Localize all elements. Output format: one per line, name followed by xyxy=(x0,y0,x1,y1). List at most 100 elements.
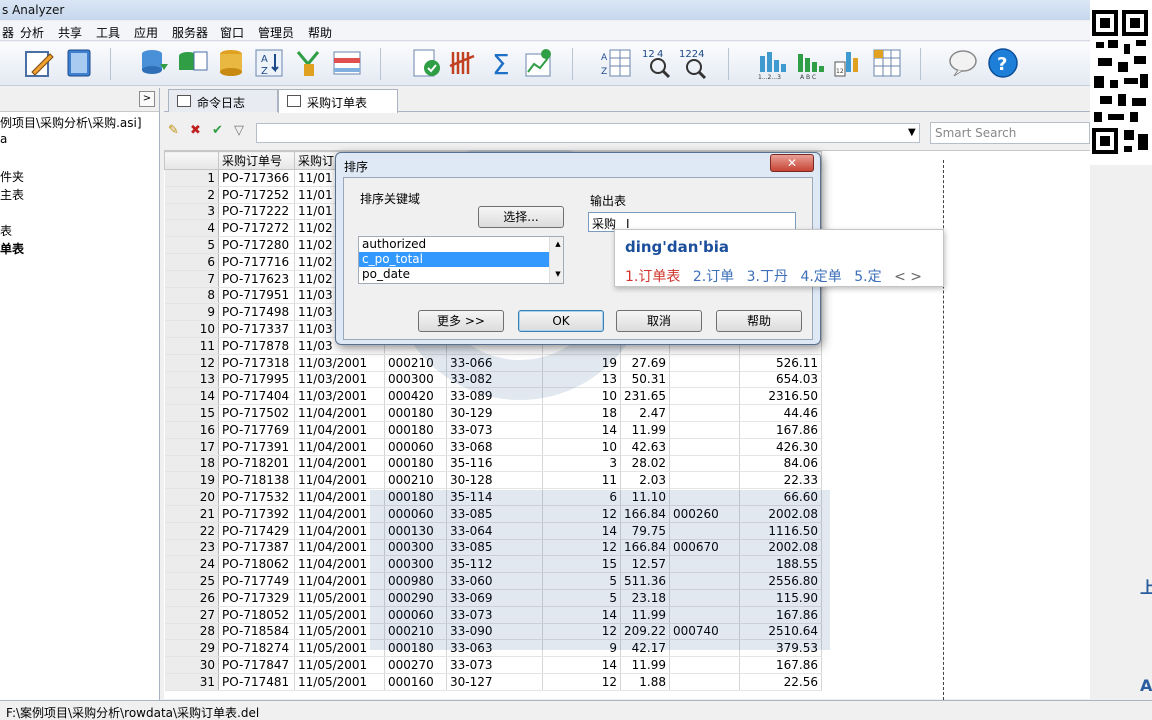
table-cell[interactable]: PO-718138 xyxy=(218,471,295,490)
table-cell[interactable] xyxy=(669,606,740,624)
table-row[interactable]: 15 PO-717502 11/04/2001 000180 30-129 18 2.47 4… xyxy=(164,404,822,422)
tree-item-master-table[interactable]: 主表 xyxy=(0,186,24,203)
table-cell[interactable]: 115.90 xyxy=(739,589,822,607)
table-cell[interactable]: 11/04/2001 xyxy=(294,555,385,574)
edit-icon[interactable] xyxy=(22,46,56,80)
table-cell[interactable]: 33-073 xyxy=(446,421,543,439)
table-cell[interactable] xyxy=(669,656,740,674)
table-cell[interactable]: PO-717280 xyxy=(218,236,295,254)
table-cell[interactable]: 000300 xyxy=(384,555,447,574)
menu-window[interactable]: 窗口 xyxy=(220,24,244,41)
ime-candidate[interactable]: 1.订单表 xyxy=(625,269,680,285)
table-cell[interactable]: 33-090 xyxy=(446,623,543,641)
row-number[interactable]: 1 xyxy=(164,169,219,187)
merge-icon[interactable] xyxy=(292,46,326,80)
table-cell[interactable]: 35-112 xyxy=(446,555,543,574)
row-number[interactable]: 25 xyxy=(164,572,219,590)
table-cell[interactable]: 5 xyxy=(542,572,621,590)
table-row[interactable]: 26 PO-717329 11/05/2001 000290 33-069 5 23.18 1… xyxy=(164,589,822,607)
table-cell[interactable]: 000180 xyxy=(384,639,447,658)
table-cell[interactable] xyxy=(669,488,740,506)
table-cell[interactable]: 000420 xyxy=(384,387,447,406)
table-cell[interactable]: 000290 xyxy=(384,589,447,607)
table-row[interactable]: 20 PO-717532 11/04/2001 000180 35-114 6 11.10 6… xyxy=(164,488,822,506)
table-cell[interactable]: 12 xyxy=(542,623,621,641)
tree-item-po-table[interactable]: 单表 xyxy=(0,240,24,257)
table-cell[interactable]: 11/04/2001 xyxy=(294,438,385,456)
table-cell[interactable]: 11/05/2001 xyxy=(294,589,385,607)
row-number[interactable]: 13 xyxy=(164,371,219,389)
table-cell[interactable] xyxy=(669,371,740,389)
table-row[interactable]: 27 PO-718052 11/05/2001 000060 33-073 14 11.99… xyxy=(164,606,822,624)
table-cell[interactable]: 50.31 xyxy=(620,371,670,389)
table-cell[interactable] xyxy=(669,471,740,490)
table-cell[interactable]: 11/03/2001 xyxy=(294,387,385,406)
row-number[interactable]: 28 xyxy=(164,623,219,641)
table-cell[interactable]: PO-718274 xyxy=(218,639,295,658)
table-cell[interactable]: PO-717318 xyxy=(218,354,295,372)
table-cell[interactable]: PO-717995 xyxy=(218,371,295,389)
row-number[interactable]: 9 xyxy=(164,303,219,322)
table-cell[interactable]: PO-717392 xyxy=(218,505,295,523)
notebook-icon[interactable] xyxy=(62,46,96,80)
table-cell[interactable] xyxy=(669,421,740,439)
table-cell[interactable]: 2510.64 xyxy=(739,623,822,641)
clear-filter-icon[interactable]: ✖ xyxy=(190,123,201,138)
menu-admin[interactable]: 管理员 xyxy=(258,24,294,41)
table-row[interactable]: 17 PO-717391 11/04/2001 000060 33-068 10 42.63… xyxy=(164,438,822,456)
table-cell[interactable]: 33-082 xyxy=(446,371,543,389)
table-cell[interactable]: 33-068 xyxy=(446,438,543,456)
filter-dropdown-icon[interactable]: ▼ xyxy=(908,127,916,138)
table-cell[interactable]: PO-717716 xyxy=(218,253,295,271)
table-cell[interactable]: 000210 xyxy=(384,623,447,641)
tab-po-table[interactable]: 采购订单表 ✕ xyxy=(278,89,398,125)
total-sigma-icon[interactable]: Σ xyxy=(486,46,520,81)
table-cell[interactable]: 6 xyxy=(542,488,621,506)
table-cell[interactable]: 5 xyxy=(542,589,621,607)
table-cell[interactable] xyxy=(669,673,740,691)
table-cell[interactable] xyxy=(669,589,740,607)
table-row[interactable]: 31 PO-717481 11/05/2001 000160 30-127 12 1.88 2… xyxy=(164,673,822,691)
row-number[interactable]: 31 xyxy=(164,673,219,691)
menu-apps[interactable]: 应用 xyxy=(134,24,158,41)
row-number[interactable]: 29 xyxy=(164,639,219,658)
number-search-icon[interactable]: 12 4 xyxy=(640,46,674,80)
table-cell[interactable]: 84.06 xyxy=(739,455,822,473)
table-cell[interactable]: 79.75 xyxy=(620,522,670,540)
table-cell[interactable]: 11/04/2001 xyxy=(294,404,385,422)
table-cell[interactable]: 167.86 xyxy=(739,421,822,439)
table-cell[interactable]: 12.57 xyxy=(620,555,670,574)
filter-input[interactable] xyxy=(256,123,920,143)
table-cell[interactable]: 000270 xyxy=(384,656,447,674)
menu-server[interactable]: 服务器 xyxy=(172,24,208,41)
table-cell[interactable]: 2556.80 xyxy=(739,572,822,590)
table-row[interactable]: 28 PO-718584 11/05/2001 000210 33-090 12 209.2… xyxy=(164,623,822,641)
table-cell[interactable]: 11/05/2001 xyxy=(294,673,385,691)
table-cell[interactable]: 11/04/2001 xyxy=(294,505,385,523)
table-row[interactable]: 29 PO-718274 11/05/2001 000180 33-063 9 42.17 3… xyxy=(164,639,822,658)
table-cell[interactable]: PO-717404 xyxy=(218,387,295,406)
edit-filter-icon[interactable]: ✎ xyxy=(168,123,179,138)
table-row[interactable]: 23 PO-717387 11/04/2001 000300 33-085 12 166.8… xyxy=(164,539,822,557)
table-cell[interactable]: PO-717749 xyxy=(218,572,295,590)
table-cell[interactable]: PO-717769 xyxy=(218,421,295,439)
row-number[interactable]: 30 xyxy=(164,656,219,674)
tree-item-fragment[interactable]: a xyxy=(0,132,7,146)
table-cell[interactable]: 42.63 xyxy=(620,438,670,456)
table-cell[interactable]: 11/03/2001 xyxy=(294,354,385,372)
table-cell[interactable]: 2002.08 xyxy=(739,539,822,557)
table-cell[interactable]: 10 xyxy=(542,387,621,406)
table-cell[interactable]: PO-717878 xyxy=(218,337,295,355)
table-cell[interactable]: 22.33 xyxy=(739,471,822,490)
menu-tools[interactable]: 工具 xyxy=(96,24,120,41)
table-cell[interactable]: 000210 xyxy=(384,354,447,372)
table-cell[interactable]: 511.36 xyxy=(620,572,670,590)
table-cell[interactable]: PO-717498 xyxy=(218,303,295,322)
table-cell[interactable]: 35-114 xyxy=(446,488,543,506)
table-cell[interactable]: 14 xyxy=(542,522,621,540)
table-cell[interactable]: PO-717429 xyxy=(218,522,295,540)
table-cell[interactable]: 12 xyxy=(542,673,621,691)
table-cell[interactable]: 167.86 xyxy=(739,606,822,624)
row-number[interactable]: 6 xyxy=(164,253,219,271)
table-cell[interactable]: 33-064 xyxy=(446,522,543,540)
